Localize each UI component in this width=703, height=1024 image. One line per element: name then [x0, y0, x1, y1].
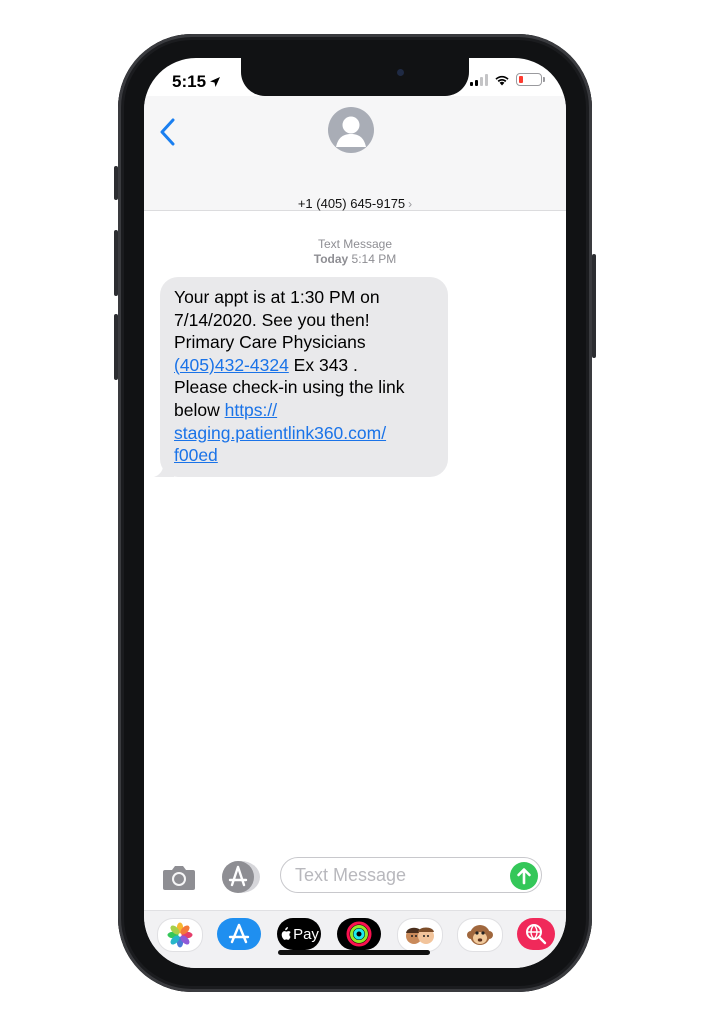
photos-app[interactable] — [157, 918, 203, 952]
extension-text: Ex 343 . — [288, 354, 358, 375]
contact-name[interactable]: +1 (405) 645-9175 › — [144, 196, 566, 211]
contact-avatar[interactable] — [328, 107, 374, 153]
activity-rings-icon — [346, 921, 372, 947]
phone-frame: 5:15 +1 (405) 645-9175 › Text Message To… — [114, 34, 596, 992]
globe-search-icon — [526, 924, 547, 945]
phone-link[interactable]: (405)432-4324 — [174, 355, 289, 375]
chevron-right-icon: › — [408, 197, 413, 211]
app-store-button-icon[interactable] — [221, 860, 261, 894]
home-indicator[interactable] — [278, 950, 430, 955]
message-line: (405)432-4324 Ex 343 . — [174, 354, 434, 377]
url-link[interactable]: f00ed — [174, 445, 218, 465]
message-line: f00ed — [174, 444, 434, 467]
mute-switch — [114, 166, 118, 200]
apple-logo-icon — [281, 927, 291, 940]
battery-icon — [516, 73, 545, 86]
url-link[interactable]: staging.patientlink360.com/ — [174, 423, 386, 443]
message-text: below — [174, 399, 225, 420]
power-button — [592, 254, 596, 358]
message-line: below https:// — [174, 399, 434, 422]
photos-icon — [167, 922, 193, 948]
monkey-icon — [467, 925, 493, 945]
volume-down-button — [114, 314, 118, 380]
message-bubble[interactable]: Your appt is at 1:30 PM on 7/14/2020. Se… — [154, 277, 448, 477]
message-line: Your appt is at 1:30 PM on — [174, 287, 380, 307]
app-store-icon — [228, 923, 250, 944]
clock: 5:15 — [172, 72, 207, 91]
message-line: 7/14/2020. See you then! — [174, 309, 370, 330]
person-icon — [336, 116, 366, 147]
app-drawer: Pay — [144, 910, 566, 968]
cellular-signal-icon — [470, 73, 488, 86]
message-line: Please check-in using the link — [174, 377, 405, 398]
timestamp: Today 5:14 PM — [144, 252, 566, 267]
arrow-up-icon — [517, 868, 531, 885]
memoji-icon — [406, 927, 434, 944]
message-input-placeholder: Text Message — [295, 865, 407, 885]
message-line: Primary Care Physicians — [174, 332, 366, 353]
app-store-app[interactable] — [217, 918, 261, 950]
apple-pay-label: Pay — [293, 925, 319, 943]
back-chevron-icon[interactable] — [154, 112, 184, 152]
web-images-app[interactable] — [517, 918, 555, 950]
animoji-app[interactable] — [457, 918, 503, 952]
apple-pay-app[interactable]: Pay — [277, 918, 321, 950]
message-input[interactable]: Text Message — [280, 857, 542, 893]
activity-app[interactable] — [337, 918, 381, 950]
timestamp-time: 5:14 PM — [351, 252, 397, 266]
url-link[interactable]: https:// — [225, 400, 278, 420]
status-icons — [470, 73, 545, 86]
location-arrow-icon — [210, 77, 221, 87]
screen: 5:15 +1 (405) 645-9175 › Text Message To… — [144, 58, 566, 968]
message-meta: Text Message Today 5:14 PM — [144, 237, 566, 267]
timestamp-day: Today — [313, 252, 349, 266]
wifi-icon — [495, 75, 509, 85]
send-button[interactable] — [510, 862, 538, 890]
camera-icon[interactable] — [162, 863, 196, 891]
volume-up-button — [114, 230, 118, 296]
service-label: Text Message — [317, 237, 393, 251]
composer: Text Message — [144, 854, 566, 900]
status-time: 5:15 — [172, 72, 221, 92]
bubble-tail — [154, 462, 174, 477]
contact-number: +1 (405) 645-9175 — [297, 196, 406, 211]
message-line: staging.patientlink360.com/ — [174, 422, 434, 445]
conversation-header: +1 (405) 645-9175 › — [144, 96, 566, 211]
memoji-app[interactable] — [397, 918, 443, 952]
notch — [241, 58, 469, 96]
